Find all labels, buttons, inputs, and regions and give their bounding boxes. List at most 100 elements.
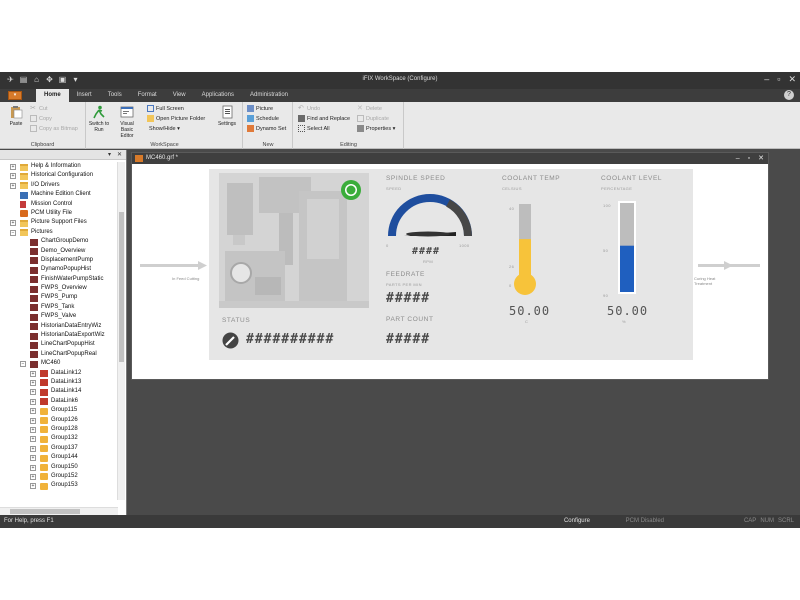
delete-button[interactable]: ✕ Delete xyxy=(357,105,382,114)
picture-canvas[interactable]: In Feed Cutting Curing Heat Treatment ST… xyxy=(132,164,768,379)
vba-editor-button[interactable]: Visual Basic Editor xyxy=(115,105,139,139)
collapse-icon[interactable]: − xyxy=(10,229,16,236)
expand-icon[interactable]: + xyxy=(30,483,36,490)
new-schedule-button[interactable]: Schedule xyxy=(247,115,279,124)
tree-item[interactable]: + DataLink13 xyxy=(0,378,118,387)
tree-item[interactable]: + Picture Support Files xyxy=(0,218,118,227)
expand-icon[interactable]: + xyxy=(30,426,36,433)
tree-item[interactable]: FWPS_Tank xyxy=(0,303,118,312)
scroll-thumb[interactable] xyxy=(10,509,80,514)
tree-item[interactable]: − MC460 xyxy=(0,359,118,368)
tree-item[interactable]: + Group137 xyxy=(0,444,118,453)
select-all-button[interactable]: Select All xyxy=(298,125,330,134)
tree-item[interactable]: + Historical Configuration xyxy=(0,171,118,180)
tree-item[interactable]: HistorianDataExportWiz xyxy=(0,331,118,340)
coolant-level-fill xyxy=(620,245,634,292)
tab-applications[interactable]: Applications xyxy=(194,89,242,102)
tab-insert[interactable]: Insert xyxy=(69,89,100,102)
dl-icon xyxy=(40,398,48,406)
tree-item[interactable]: PCM Utility File xyxy=(0,209,118,218)
tree-item[interactable]: + Group150 xyxy=(0,463,118,472)
tree-item[interactable]: FWPS_Overview xyxy=(0,284,118,293)
tree-item[interactable]: FWPS_Valve xyxy=(0,312,118,321)
tab-view[interactable]: View xyxy=(165,89,194,102)
tree-item[interactable]: Mission Control xyxy=(0,200,118,209)
tree-item[interactable]: + Group132 xyxy=(0,434,118,443)
collapse-icon[interactable]: − xyxy=(20,361,26,368)
expand-icon[interactable]: + xyxy=(30,408,36,415)
expand-icon[interactable]: + xyxy=(30,473,36,480)
tree-item[interactable]: LineChartPopupReal xyxy=(0,350,118,359)
tab-administration[interactable]: Administration xyxy=(242,89,296,102)
expand-icon[interactable]: + xyxy=(10,182,16,189)
properties-button[interactable]: Properties ▾ xyxy=(357,125,395,134)
scroll-thumb[interactable] xyxy=(119,212,124,362)
undo-button[interactable]: ↶ Undo xyxy=(298,105,320,114)
tree-item[interactable]: HistorianDataEntryWiz xyxy=(0,322,118,331)
part-count-title: PART COUNT xyxy=(386,316,434,323)
new-dynamo-set-button[interactable]: Dynamo Set xyxy=(247,125,286,134)
tree-item[interactable]: + Group115 xyxy=(0,406,118,415)
tree-item[interactable]: + DataLink6 xyxy=(0,397,118,406)
tree-item[interactable]: + Group144 xyxy=(0,453,118,462)
minimize-icon[interactable]: – xyxy=(764,74,769,85)
tree-item[interactable]: − Pictures xyxy=(0,228,118,237)
tree-item[interactable]: + Help & Information xyxy=(0,162,118,171)
find-replace-button[interactable]: Find and Replace xyxy=(298,115,350,124)
app-menu-button[interactable]: ▾ xyxy=(8,91,22,100)
tree-item[interactable]: FWPS_Pump xyxy=(0,293,118,302)
doc-minimize-icon[interactable]: – xyxy=(736,153,740,164)
tree-item[interactable]: + DataLink12 xyxy=(0,369,118,378)
duplicate-button[interactable]: Duplicate xyxy=(357,115,389,124)
expand-icon[interactable]: + xyxy=(10,164,16,170)
expand-icon[interactable]: + xyxy=(30,445,36,452)
copy-as-bitmap-button[interactable]: Copy as Bitmap xyxy=(30,125,78,134)
tree-item[interactable]: + DataLink14 xyxy=(0,387,118,396)
tree-item[interactable]: Machine Edition Client xyxy=(0,190,118,199)
switch-to-run-button[interactable]: Switch to Run xyxy=(87,105,111,133)
tree-item[interactable]: + Group126 xyxy=(0,416,118,425)
open-picture-folder-button[interactable]: Open Picture Folder xyxy=(147,115,205,124)
cut-button[interactable]: ✂ Cut xyxy=(30,105,48,114)
maximize-icon[interactable]: ▫ xyxy=(777,74,780,85)
tree-item[interactable]: + Group153 xyxy=(0,481,118,490)
expand-icon[interactable]: + xyxy=(30,464,36,471)
expand-icon[interactable]: + xyxy=(30,370,36,377)
full-screen-button[interactable]: Full Screen xyxy=(147,105,184,114)
tree-item[interactable]: + Group152 xyxy=(0,472,118,481)
close-icon[interactable]: ✕ xyxy=(788,74,796,85)
tree-item-label: HistorianDataEntryWiz xyxy=(41,322,102,329)
tab-tools[interactable]: Tools xyxy=(100,89,130,102)
tab-format[interactable]: Format xyxy=(130,89,165,102)
expand-icon[interactable]: + xyxy=(30,389,36,396)
expand-icon[interactable]: + xyxy=(30,417,36,424)
tree-item[interactable]: FinishWaterPumpStatic xyxy=(0,275,118,284)
panel-menu-icon[interactable]: ▾ xyxy=(108,151,111,158)
tree-item[interactable]: + I/O Drivers xyxy=(0,181,118,190)
expand-icon[interactable]: + xyxy=(30,379,36,386)
help-button[interactable]: ? xyxy=(784,90,794,100)
tree-item[interactable]: ChartGroupDemo xyxy=(0,237,118,246)
tree-horizontal-scrollbar[interactable] xyxy=(0,507,118,515)
expand-icon[interactable]: + xyxy=(30,455,36,462)
tree-item[interactable]: DisplacementPump xyxy=(0,256,118,265)
expand-icon[interactable]: + xyxy=(10,220,16,227)
expand-icon[interactable]: + xyxy=(30,398,36,405)
panel-close-icon[interactable]: ✕ xyxy=(117,151,122,158)
doc-maximize-icon[interactable]: ▫ xyxy=(748,153,750,164)
expand-icon[interactable]: + xyxy=(30,436,36,443)
tab-home[interactable]: Home xyxy=(36,89,69,102)
tree-item[interactable]: LineChartPopupHist xyxy=(0,340,118,349)
tree-item[interactable]: Demo_Overview xyxy=(0,247,118,256)
new-picture-button[interactable]: Picture xyxy=(247,105,273,114)
tree-item[interactable]: DynamoPopupHist xyxy=(0,265,118,274)
settings-button[interactable]: Settings xyxy=(215,105,239,127)
doc-close-icon[interactable]: ✕ xyxy=(758,153,764,164)
tree-vertical-scrollbar[interactable] xyxy=(117,162,125,500)
copy-button[interactable]: Copy xyxy=(30,115,52,124)
show-hide-button[interactable]: Show/Hide ▾ xyxy=(149,125,180,134)
expand-icon[interactable]: + xyxy=(10,173,16,180)
paste-button[interactable]: Paste xyxy=(4,105,28,127)
tree-item[interactable]: + Group128 xyxy=(0,425,118,434)
grp-icon xyxy=(40,407,48,415)
